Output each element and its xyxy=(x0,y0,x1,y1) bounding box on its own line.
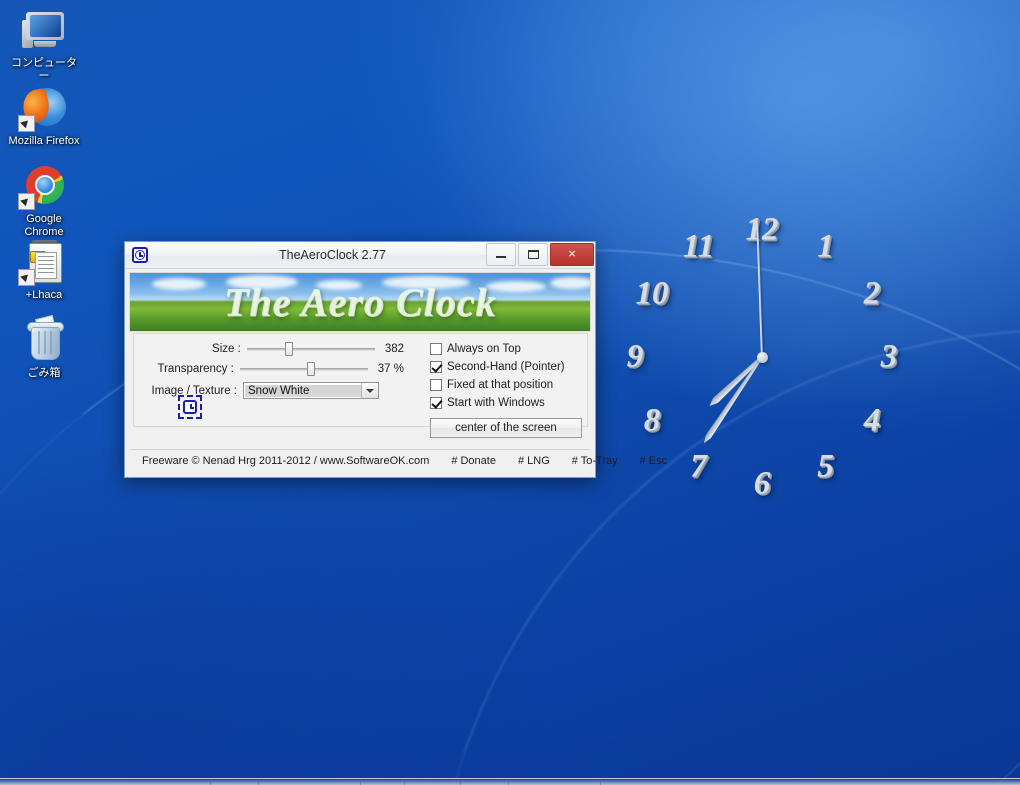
clock-numeral-9: 9 xyxy=(626,338,644,375)
clock-numeral-5: 5 xyxy=(817,448,834,485)
close-button[interactable]: × xyxy=(550,243,594,266)
clock-numeral-11: 11 xyxy=(682,228,715,265)
size-slider-track xyxy=(246,348,375,351)
desktop-icon-recycle-bin[interactable]: ごみ箱 xyxy=(6,314,82,380)
size-label: Size : xyxy=(212,343,241,355)
title-bar[interactable]: TheAeroClock 2.77 × xyxy=(125,242,595,269)
chrome-icon xyxy=(18,162,68,210)
shortcut-arrow-icon xyxy=(18,269,35,286)
settings-group: Size : 382 Transparency : 37 % Image / T… xyxy=(133,333,588,438)
option-label: Fixed at that position xyxy=(447,379,554,391)
clock-preview-icon xyxy=(183,400,197,414)
desktop-icon-label: Google Chrome xyxy=(24,213,64,238)
clock-numeral-1: 1 xyxy=(817,228,834,265)
option-label: Start with Windows xyxy=(447,397,545,409)
transparency-slider-track xyxy=(239,368,368,371)
size-slider[interactable] xyxy=(246,342,375,356)
size-slider-thumb[interactable] xyxy=(285,342,294,356)
desktop-icon-lhaca[interactable]: +Lhaca xyxy=(6,238,82,302)
lhaca-icon xyxy=(18,238,68,286)
checkbox[interactable] xyxy=(430,379,442,391)
chevron-down-icon[interactable] xyxy=(361,383,378,398)
transparency-label: Transparency : xyxy=(157,363,234,375)
desktop-icon-label: コンピューター xyxy=(11,57,77,82)
esc-link[interactable]: # Esc xyxy=(640,455,668,467)
desktop-icon-label: Mozilla Firefox xyxy=(8,135,80,147)
clock-numeral-12: 12 xyxy=(745,211,779,248)
checkbox[interactable] xyxy=(430,361,442,373)
texture-value: Snow White xyxy=(245,384,361,397)
option-always-on-top[interactable]: Always on Top xyxy=(430,340,582,358)
close-icon: × xyxy=(568,246,576,261)
clock-numeral-6: 6 xyxy=(753,465,771,502)
center-of-screen-button[interactable]: center of the screen xyxy=(430,418,582,438)
theaeroclock-window[interactable]: TheAeroClock 2.77 × The Aero Clock Size … xyxy=(124,241,667,478)
clock-center-cap xyxy=(756,351,768,363)
maximize-icon xyxy=(528,250,539,259)
copyright-text: Freeware © Nenad Hrg 2011-2012 / www.Sof… xyxy=(142,455,430,467)
option-fixed-position[interactable]: Fixed at that position xyxy=(430,376,582,394)
checkbox[interactable] xyxy=(430,397,442,409)
size-value: 382 xyxy=(384,343,404,355)
minimize-button[interactable] xyxy=(486,243,516,266)
texture-preview-button[interactable] xyxy=(178,395,202,419)
desktop-icon-firefox[interactable]: Mozilla Firefox xyxy=(6,84,82,148)
status-bar: Freeware © Nenad Hrg 2011-2012 / www.Sof… xyxy=(130,449,667,472)
desktop-icon-computer[interactable]: コンピューター xyxy=(6,6,82,83)
desktop-icon-label: +Lhaca xyxy=(25,289,63,301)
clock-icon xyxy=(132,247,148,263)
minimize-icon xyxy=(496,256,506,258)
desktop-icon-label: ごみ箱 xyxy=(27,367,61,379)
transparency-slider-thumb[interactable] xyxy=(307,362,316,376)
lng-link[interactable]: # LNG xyxy=(518,455,550,467)
option-label: Always on Top xyxy=(447,343,521,355)
clock-numeral-4: 4 xyxy=(863,402,881,438)
option-second-hand[interactable]: Second-Hand (Pointer) xyxy=(430,358,582,376)
shortcut-arrow-icon xyxy=(18,193,35,210)
taskbar[interactable] xyxy=(0,778,1020,785)
option-label: Second-Hand (Pointer) xyxy=(447,361,565,373)
app-banner: The Aero Clock xyxy=(129,272,591,332)
clock-numeral-3: 3 xyxy=(880,338,898,375)
aero-clock-widget[interactable]: 1 2 3 4 5 6 7 8 9 10 11 12 xyxy=(612,197,912,515)
size-row: Size : 382 xyxy=(134,342,404,356)
firefox-icon xyxy=(18,84,68,132)
window-controls: × xyxy=(486,242,595,267)
transparency-value: 37 % xyxy=(377,363,404,375)
texture-row: Image / Texture : Snow White xyxy=(134,382,379,399)
banner-title: The Aero Clock xyxy=(223,279,497,325)
to-tray-link[interactable]: # To-Tray xyxy=(572,455,618,467)
recycle-bin-icon xyxy=(20,314,68,364)
desktop[interactable]: コンピューター Mozilla Firefox Google Chrome +L… xyxy=(0,0,1020,785)
clock-numeral-2: 2 xyxy=(863,275,881,311)
clock-numeral-10: 10 xyxy=(635,275,669,311)
option-start-with-windows[interactable]: Start with Windows xyxy=(430,394,582,412)
clock-numeral-7: 7 xyxy=(690,448,707,485)
transparency-row: Transparency : 37 % xyxy=(134,362,404,376)
computer-icon xyxy=(20,6,68,54)
desktop-icon-layer: コンピューター Mozilla Firefox Google Chrome +L… xyxy=(0,0,120,785)
shortcut-arrow-icon xyxy=(18,115,35,132)
donate-link[interactable]: # Donate xyxy=(451,455,496,467)
texture-combobox[interactable]: Snow White xyxy=(243,382,379,399)
clock-numeral-8: 8 xyxy=(643,402,661,438)
checkbox[interactable] xyxy=(430,343,442,355)
maximize-button[interactable] xyxy=(518,243,548,266)
transparency-slider[interactable] xyxy=(239,362,368,376)
options-column: Always on Top Second-Hand (Pointer) Fixe… xyxy=(430,340,582,438)
desktop-icon-chrome[interactable]: Google Chrome xyxy=(6,162,82,239)
